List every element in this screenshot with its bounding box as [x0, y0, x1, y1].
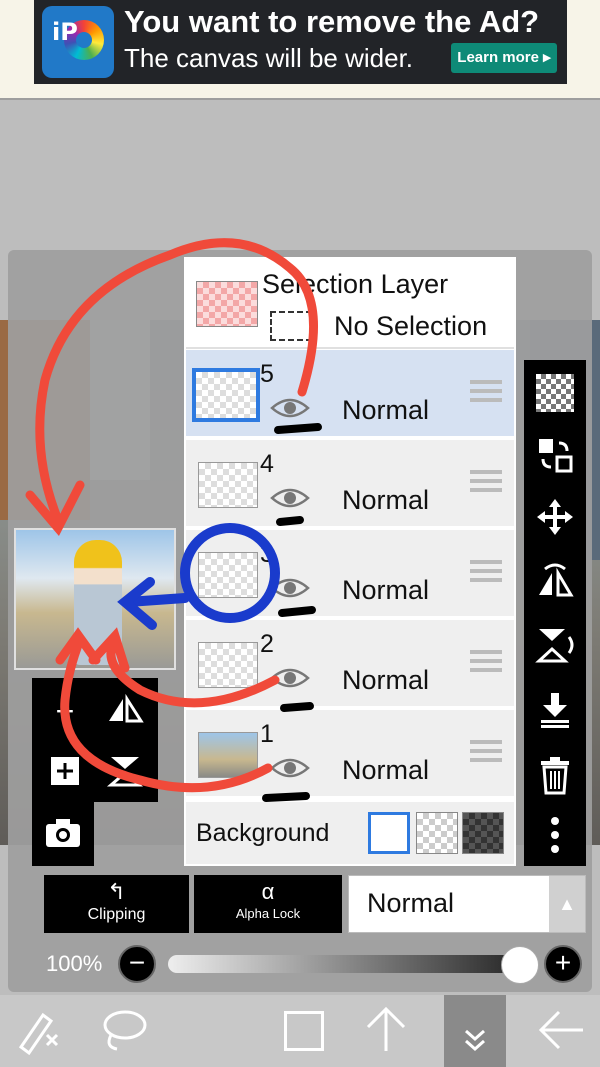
more-options-icon[interactable] — [530, 810, 580, 860]
layer-thumbnail — [198, 642, 258, 688]
selection-status: No Selection — [334, 311, 488, 341]
alpha-lock-label: Alpha Lock — [235, 906, 301, 921]
flip-horizontal-icon[interactable] — [100, 686, 150, 736]
back-arrow-icon[interactable] — [534, 1001, 590, 1059]
layer-blend-mode: Normal — [342, 575, 430, 605]
opacity-slider[interactable] — [168, 946, 539, 984]
layer-blend-mode: Normal — [342, 755, 430, 785]
move-icon[interactable] — [530, 492, 580, 542]
visibility-eye-icon[interactable] — [270, 666, 310, 690]
merge-down-icon[interactable] — [530, 684, 580, 734]
canvas-preview[interactable] — [14, 528, 176, 670]
drag-handle-icon[interactable] — [470, 380, 502, 406]
layer-number: 5 — [260, 360, 274, 388]
selection-dashed-icon — [270, 311, 312, 341]
collapse-panel-icon[interactable] — [444, 995, 506, 1067]
dropdown-arrow-icon[interactable]: ▲ — [549, 876, 585, 932]
layer-thumbnail — [192, 368, 260, 422]
transform-layer-icon[interactable] — [530, 430, 580, 480]
ibispaint-logo-icon: iP — [42, 6, 114, 78]
left-toolbar-lower — [32, 802, 94, 866]
background-transparent-swatch[interactable] — [416, 812, 458, 854]
selection-layer-title: Selection Layer — [262, 269, 449, 299]
blend-mode-value: Normal — [367, 888, 455, 918]
layer-blend-mode: Normal — [342, 485, 430, 515]
visibility-eye-icon[interactable] — [270, 756, 310, 780]
drag-handle-icon[interactable] — [470, 650, 502, 676]
layer-row-5[interactable]: 5 Normal — [186, 350, 514, 438]
up-arrow-icon[interactable] — [358, 1001, 414, 1059]
drag-handle-icon[interactable] — [470, 740, 502, 766]
layer-blend-mode: Normal — [342, 665, 430, 695]
drag-handle-icon[interactable] — [470, 470, 502, 496]
layer-thumbnail — [198, 462, 258, 508]
alpha-lock-button[interactable]: α Alpha Lock — [194, 875, 342, 933]
layer-row-2[interactable]: 2 Normal — [186, 620, 514, 708]
flip-vertical-icon[interactable] — [530, 620, 580, 670]
ad-logo-text: iP — [52, 18, 78, 46]
background-white-swatch[interactable] — [368, 812, 410, 854]
blend-mode-select[interactable]: Normal ▲ — [348, 875, 586, 933]
layer-row-4[interactable]: 4 Normal — [186, 440, 514, 528]
opacity-value: 100% — [46, 951, 103, 976]
clipping-arrow-icon: ↰ — [107, 879, 126, 904]
clipping-button[interactable]: ↰ Clipping — [44, 875, 189, 933]
ad-banner[interactable]: iP You want to remove the Ad? The canvas… — [34, 0, 567, 84]
ad-subtitle: The canvas will be wider. — [124, 43, 414, 73]
trash-icon[interactable] — [530, 750, 580, 800]
camera-icon[interactable] — [38, 808, 88, 858]
visibility-eye-icon[interactable] — [270, 396, 310, 420]
select-rectangle-icon[interactable] — [276, 1001, 332, 1059]
layer-number: 1 — [260, 720, 274, 748]
layer-thumbnail — [198, 552, 258, 598]
left-toolbar: + — [32, 678, 158, 802]
selection-layer-thumbnail — [196, 281, 258, 327]
slider-knob[interactable] — [501, 946, 539, 984]
layer-number: 4 — [260, 450, 274, 478]
layer-number: 3 — [260, 540, 274, 568]
bottom-navigation — [0, 995, 600, 1067]
ad-title: You want to remove the Ad? — [124, 4, 540, 39]
background-dark-swatch[interactable] — [462, 812, 504, 854]
drag-handle-icon[interactable] — [470, 560, 502, 586]
ad-banner-area: iP You want to remove the Ad? The canvas… — [0, 0, 600, 100]
opacity-decrease-button[interactable]: − — [118, 945, 156, 983]
layer-row-3[interactable]: 3 Normal — [186, 530, 514, 618]
background-label: Background — [196, 819, 330, 847]
copy-layer-icon[interactable] — [40, 746, 90, 796]
brush-tool-icon[interactable] — [10, 1001, 66, 1059]
selection-layer[interactable]: Selection Layer No Selection — [186, 259, 514, 349]
character-illustration — [74, 540, 122, 665]
lasso-icon[interactable] — [96, 1001, 152, 1059]
flip-horizontal-icon[interactable] — [530, 556, 580, 606]
right-toolbar — [524, 360, 586, 866]
add-layer-icon[interactable]: + — [40, 686, 90, 736]
lock-icon: α — [261, 879, 275, 904]
clipping-label: Clipping — [87, 906, 146, 923]
layer-blend-mode: Normal — [342, 395, 430, 425]
visibility-eye-icon[interactable] — [270, 486, 310, 510]
background-row: Background — [186, 802, 514, 864]
visibility-eye-icon[interactable] — [270, 576, 310, 600]
layer-number: 2 — [260, 630, 274, 658]
flip-vertical-icon[interactable] — [100, 746, 150, 796]
learn-more-button[interactable]: Learn more ▸ — [451, 43, 557, 73]
layer-thumbnail — [198, 732, 258, 778]
transparency-icon[interactable] — [536, 374, 574, 412]
layer-row-1[interactable]: 1 Normal — [186, 710, 514, 798]
layer-list: Selection Layer No Selection 5 Normal 4 … — [184, 257, 516, 866]
opacity-increase-button[interactable]: + — [544, 945, 582, 983]
